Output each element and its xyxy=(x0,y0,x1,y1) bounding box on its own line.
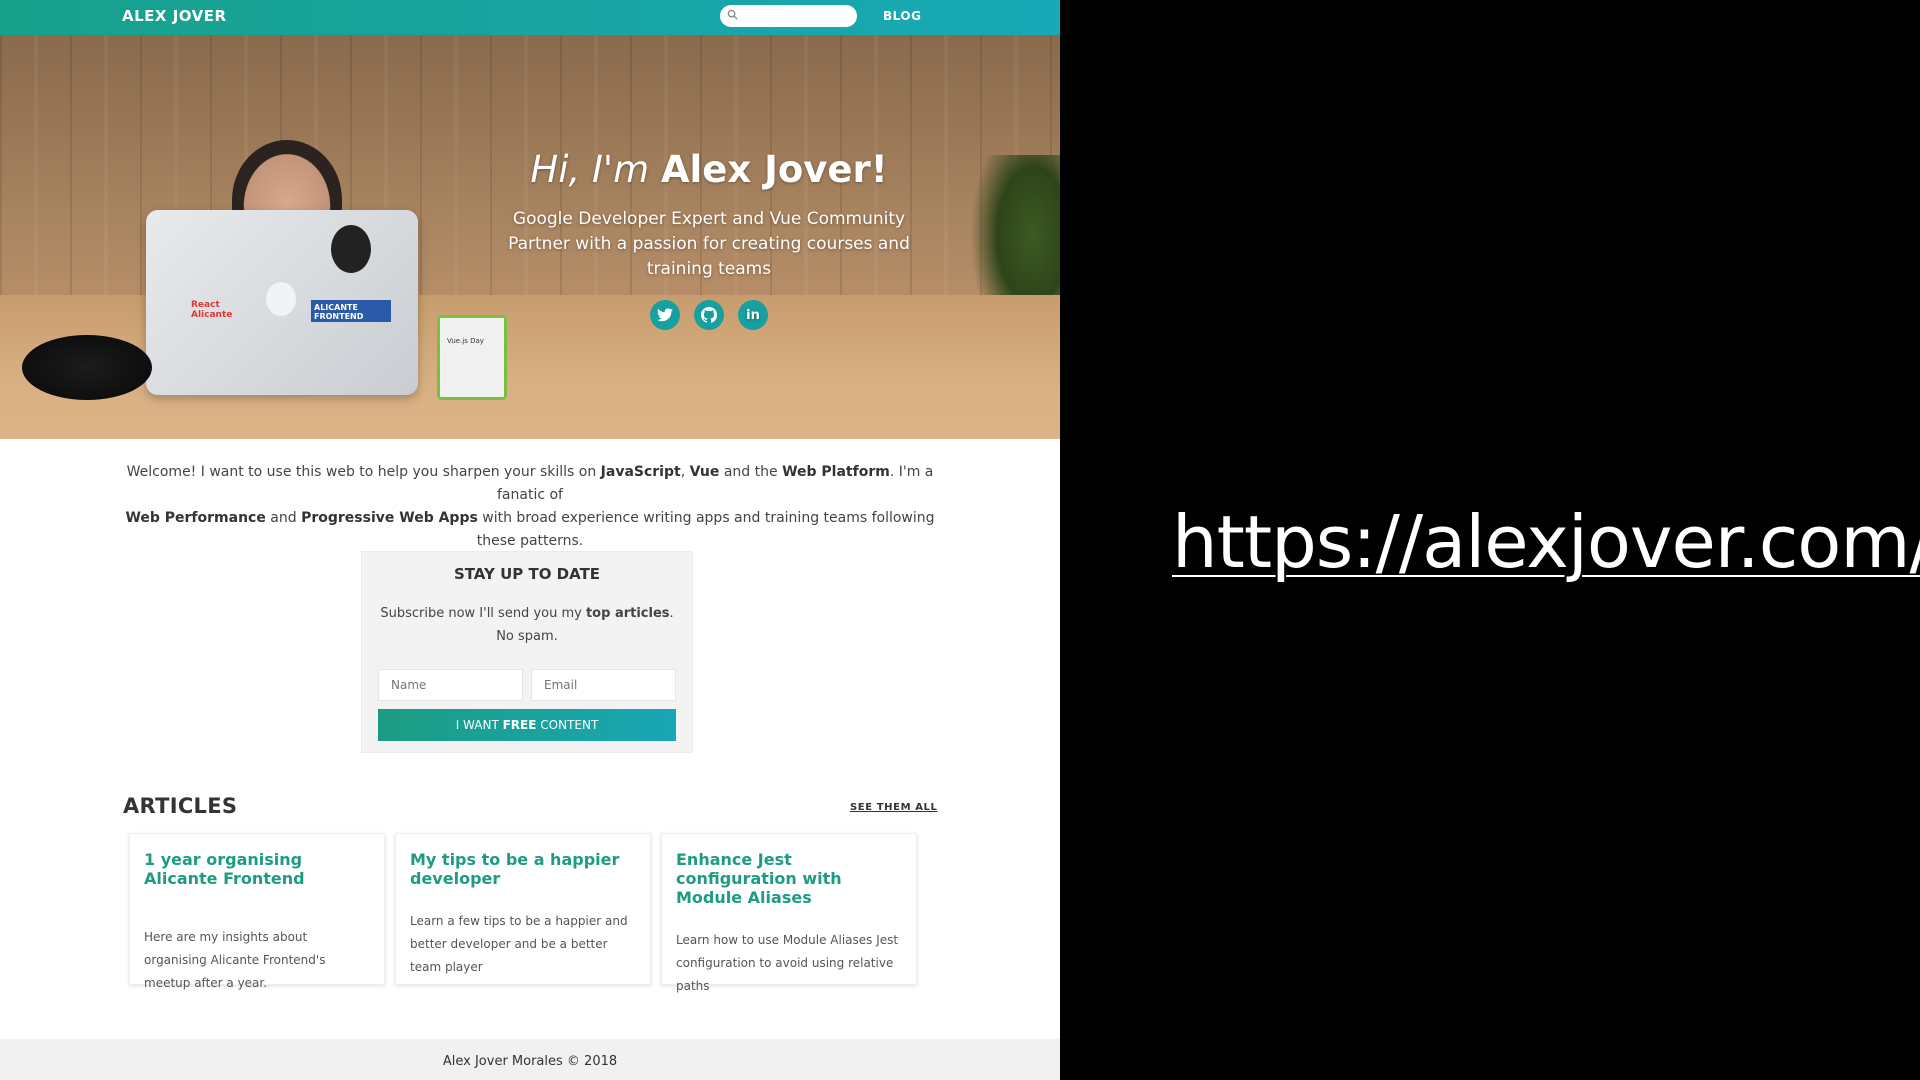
see-all-link[interactable]: SEE THEM ALL xyxy=(850,802,937,813)
alicante-frontend-sticker: ALICANTE FRONTEND xyxy=(311,300,391,322)
mug-label: Vue.js Day xyxy=(447,337,484,345)
cta-text: I WANT xyxy=(455,718,503,732)
article-title[interactable]: 1 year organising Alicante Frontend xyxy=(144,850,370,888)
slide: ALEX JOVER BLOG React Alicante ALICANTE FR… xyxy=(0,0,1920,1080)
article-card[interactable]: My tips to be a happier developer Learn … xyxy=(395,833,651,985)
intro-bold: Progressive Web Apps xyxy=(301,510,478,526)
intro-text: , xyxy=(680,464,690,480)
intro-bold: Web Platform xyxy=(782,464,890,480)
intro-text: Welcome! I want to use this web to help … xyxy=(126,464,601,480)
top-navbar: ALEX JOVER BLOG xyxy=(0,0,1060,35)
subscribe-fields xyxy=(378,669,676,701)
hero-greeting: Hi, I'm xyxy=(530,148,661,191)
search-box[interactable] xyxy=(720,5,857,27)
intro-text: and the xyxy=(719,464,783,480)
article-card[interactable]: Enhance Jest configuration with Module A… xyxy=(661,833,917,993)
search-icon xyxy=(727,9,738,20)
github-icon[interactable] xyxy=(694,300,724,330)
hero-title: Hi, I'm Alex Jover! xyxy=(478,147,940,193)
subscribe-text: Subscribe now I'll send you my top artic… xyxy=(380,602,674,648)
subscribe-text-part: Subscribe now I'll send you my xyxy=(380,606,586,621)
intro-bold: Web Performance xyxy=(125,510,266,526)
hero-subtitle: Google Developer Expert and Vue Communit… xyxy=(508,209,910,279)
headphones-image xyxy=(22,335,152,400)
laptop-image: React Alicante ALICANTE FRONTEND xyxy=(146,210,418,395)
react-alicante-sticker: React Alicante xyxy=(191,300,233,320)
apple-logo xyxy=(266,282,296,316)
footer: Alex Jover Morales © 2018 xyxy=(0,1039,1060,1080)
linkedin-icon[interactable]: in xyxy=(738,300,768,330)
subscribe-title: STAY UP TO DATE xyxy=(453,565,601,583)
article-excerpt: Learn a few tips to be a happier and bet… xyxy=(410,914,628,974)
hero-text: Hi, I'm Alex Jover! Google Developer Exp… xyxy=(478,147,940,330)
subscribe-box: STAY UP TO DATE Subscribe now I'll send … xyxy=(361,551,693,753)
name-field[interactable] xyxy=(378,669,523,701)
article-card[interactable]: 1 year organising Alicante Frontend Here… xyxy=(129,833,385,990)
intro-text: and xyxy=(265,510,302,526)
slide-url-link[interactable]: https://alexjover.com/ xyxy=(1172,500,1920,584)
intro-bold: JavaScript xyxy=(600,464,681,480)
octocat-sticker xyxy=(331,225,371,273)
subscribe-text-bold: top articles xyxy=(585,606,670,621)
twitter-icon[interactable] xyxy=(650,300,680,330)
article-excerpt: Here are my insights about organising Al… xyxy=(144,930,326,990)
hero-banner: React Alicante ALICANTE FRONTEND Vue.js Da… xyxy=(0,35,1060,439)
email-field[interactable] xyxy=(531,669,676,701)
article-excerpt: Learn how to use Module Aliases Jest con… xyxy=(676,933,899,993)
article-title[interactable]: My tips to be a happier developer xyxy=(410,850,636,888)
articles-heading: ARTICLES xyxy=(123,794,238,818)
intro-paragraph: Welcome! I want to use this web to help … xyxy=(120,461,940,553)
cta-text: CONTENT xyxy=(536,718,599,732)
hero-name: Alex Jover xyxy=(660,148,871,191)
intro-bold: Vue xyxy=(689,464,720,480)
article-title[interactable]: Enhance Jest configuration with Module A… xyxy=(676,850,902,907)
website-screenshot: ALEX JOVER BLOG React Alicante ALICANTE FR… xyxy=(0,0,1060,1080)
blog-link[interactable]: BLOG xyxy=(883,9,921,23)
social-links: in xyxy=(478,300,940,330)
search-input[interactable] xyxy=(742,7,852,25)
hero-exclamation: ! xyxy=(870,148,888,191)
intro-text: with broad experience writing apps and t… xyxy=(476,510,935,549)
brand-link[interactable]: ALEX JOVER xyxy=(122,7,227,25)
cta-bold: FREE xyxy=(502,718,537,732)
subscribe-button[interactable]: I WANT FREE CONTENT xyxy=(378,709,676,741)
